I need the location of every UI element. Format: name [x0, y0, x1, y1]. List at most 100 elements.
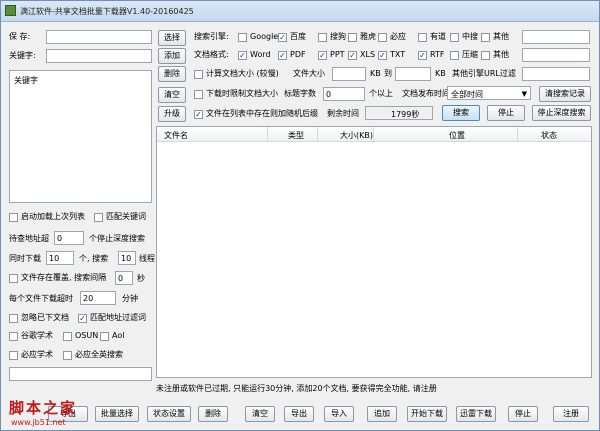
bing-scholar-checkbox[interactable]	[9, 351, 18, 360]
engine-label-3: 雅虎	[360, 32, 376, 41]
stop-deep-button[interactable]: 停止深度搜索	[532, 105, 591, 121]
format-checkbox-2[interactable]: ✓	[318, 51, 327, 60]
engine-checkbox-5[interactable]	[418, 33, 427, 42]
watermark-brand: 脚本之家	[9, 399, 78, 417]
aol-label: Aol	[112, 331, 125, 340]
app-window: 满江软件-共享文档批量下载器V1.40-20160425 保 存: 关键字: 关…	[0, 0, 600, 431]
format-checkbox-5[interactable]: ✓	[418, 51, 427, 60]
sim-download-input[interactable]	[46, 251, 74, 265]
export-button[interactable]: 导出	[284, 406, 314, 422]
other-filter-input[interactable]	[522, 67, 590, 81]
interval-suffix: 秒	[137, 274, 145, 283]
random-suffix-label: 文件在列表中存在则加随机后缀	[206, 109, 318, 118]
append-button[interactable]: 追加	[367, 406, 397, 422]
kb-label-1: KB	[370, 69, 381, 78]
register-button[interactable]: 注册	[553, 406, 589, 422]
col-filename: 文件名	[164, 131, 188, 140]
ignore-downloaded-label: 忽略已下文档	[21, 313, 69, 322]
engine-checkbox-3[interactable]	[348, 33, 357, 42]
engine-checkbox-7[interactable]	[481, 33, 490, 42]
engine-label: 搜索引擎:	[194, 32, 229, 41]
format-label-5: RTF	[430, 50, 445, 59]
calc-size-checkbox[interactable]	[194, 70, 203, 79]
add-button[interactable]: 添加	[158, 48, 186, 64]
watermark-url: www.jb51.net	[11, 418, 66, 427]
engine-label-2: 搜狗	[330, 32, 346, 41]
import-button[interactable]: 导入	[324, 406, 354, 422]
keyword-list-header: 关键字	[14, 76, 38, 85]
upgrade-button[interactable]: 升级	[158, 106, 186, 122]
format-checkbox-0[interactable]: ✓	[238, 51, 247, 60]
osun-checkbox[interactable]	[63, 332, 72, 341]
choose-button[interactable]: 选择	[158, 30, 186, 46]
start-download-button[interactable]: 开始下载	[407, 406, 447, 422]
keyword-label: 关键字:	[9, 51, 36, 60]
auto-load-checkbox[interactable]	[9, 213, 18, 222]
overwrite-label: 文件存在覆盖, 搜索间隔	[21, 273, 107, 282]
title-chars-input[interactable]	[323, 87, 365, 101]
format-label-7: 其他	[493, 50, 509, 59]
format-checkbox-4[interactable]: ✓	[378, 51, 387, 60]
delete-keyword-button[interactable]: 删除	[158, 66, 186, 82]
keyword-list[interactable]: 关键字	[9, 70, 152, 203]
auto-load-label: 启动加载上次列表	[21, 212, 85, 221]
format-checkbox-7[interactable]	[481, 51, 490, 60]
size-min-input[interactable]	[332, 67, 366, 81]
clear-record-button[interactable]: 清搜索记录	[539, 86, 591, 102]
title-bar: 满江软件-共享文档批量下载器V1.40-20160425	[1, 1, 599, 22]
match-address-checkbox[interactable]: ✓	[78, 314, 87, 323]
engine-checkbox-1[interactable]: ✓	[278, 33, 287, 42]
engine-checkbox-6[interactable]	[450, 33, 459, 42]
google-scholar-checkbox[interactable]	[9, 332, 18, 341]
format-label: 文档格式:	[194, 50, 229, 59]
wait-suffix: 个停止深度搜索	[89, 234, 145, 243]
format-label-6: 压缩	[462, 50, 478, 59]
random-suffix-checkbox[interactable]: ✓	[194, 110, 203, 119]
engine-other-input[interactable]	[522, 30, 590, 44]
format-checkbox-1[interactable]: ✓	[278, 51, 287, 60]
file-table[interactable]: 文件名 类型 大小(KB) 位置 状态	[156, 126, 592, 378]
timeout-prefix: 每个文件下载超时	[9, 294, 73, 303]
remaining-box: 1799秒	[365, 106, 433, 120]
engine-checkbox-4[interactable]	[378, 33, 387, 42]
engine-checkbox-2[interactable]	[318, 33, 327, 42]
aol-checkbox[interactable]	[100, 332, 109, 341]
overwrite-checkbox[interactable]	[9, 274, 18, 283]
format-other-input[interactable]	[522, 48, 590, 62]
limit-size-checkbox[interactable]	[194, 90, 203, 99]
format-checkbox-3[interactable]: ✓	[348, 51, 357, 60]
stop-button[interactable]: 停止	[508, 406, 538, 422]
delete-button[interactable]: 删除	[198, 406, 228, 422]
ignore-downloaded-checkbox[interactable]	[9, 314, 18, 323]
timeout-input[interactable]	[80, 291, 116, 305]
search-button[interactable]: 搜索	[442, 105, 480, 121]
save-path-input[interactable]	[46, 30, 152, 44]
clear-button[interactable]: 清空	[245, 406, 275, 422]
size-max-input[interactable]	[395, 67, 431, 81]
google-scholar-label: 谷歌学术	[21, 331, 53, 340]
interval-input[interactable]	[115, 271, 133, 285]
format-label-4: TXT	[390, 50, 406, 59]
to-label: 到	[384, 69, 392, 78]
wait-input[interactable]	[54, 231, 84, 245]
search-thread-input[interactable]	[118, 251, 136, 265]
save-label: 保 存:	[9, 32, 31, 41]
match-address-label: 匹配地址过滤词	[90, 313, 146, 322]
keyword-input[interactable]	[46, 49, 152, 63]
match-keyword-checkbox[interactable]	[94, 213, 103, 222]
publish-time-select[interactable]: 全部时间 ▼	[447, 86, 531, 100]
thunder-download-button[interactable]: 迅雷下载	[456, 406, 496, 422]
stop-search-button[interactable]: 停止	[487, 105, 525, 121]
remaining-label: 剩余时间	[327, 109, 359, 118]
engine-label-5: 有道	[430, 32, 446, 41]
remaining-value: 1799秒	[391, 110, 420, 119]
title-chars-label: 标题字数	[284, 89, 316, 98]
above-label: 个以上	[369, 89, 393, 98]
engine-checkbox-0[interactable]	[238, 33, 247, 42]
col-size: 大小(KB)	[340, 131, 373, 140]
format-label-0: Word	[250, 50, 271, 59]
status-settings-button[interactable]: 状态设置	[147, 406, 191, 422]
format-checkbox-6[interactable]	[450, 51, 459, 60]
bing-all-checkbox[interactable]	[63, 351, 72, 360]
clear-keyword-button[interactable]: 清空	[158, 87, 186, 103]
